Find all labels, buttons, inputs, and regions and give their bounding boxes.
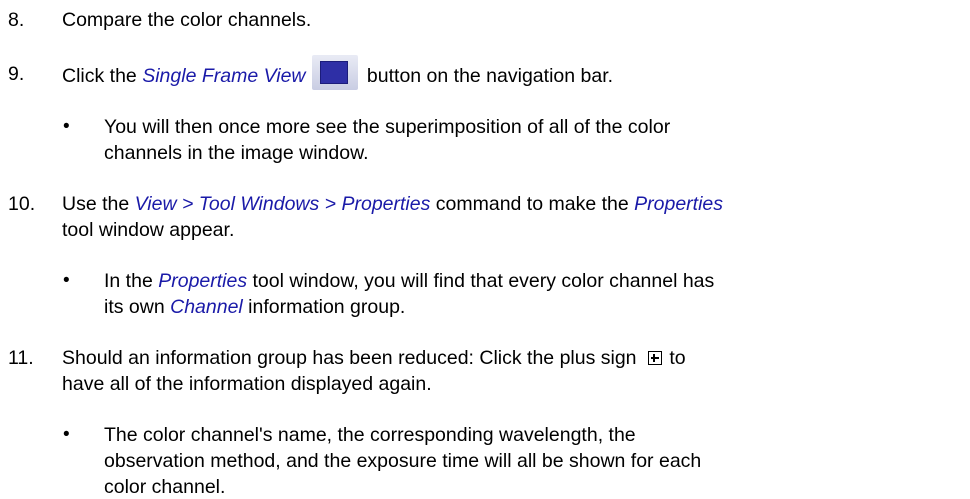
step-9-text: Click the Single Frame View button on th… bbox=[62, 55, 613, 90]
step-9-bullet-line-1: You will then once more see the superimp… bbox=[104, 116, 671, 138]
step-10-bullet-line-2: its own Channel information group. bbox=[104, 296, 406, 318]
step-11-line-1: Should an information group has been red… bbox=[62, 347, 686, 369]
step-8-number: 8. bbox=[8, 9, 25, 31]
step-11-bullet-line-1: The color channel's name, the correspond… bbox=[104, 424, 636, 446]
bullet-marker: • bbox=[63, 270, 70, 291]
step-10-line-1: Use the View > Tool Windows > Properties… bbox=[62, 193, 723, 215]
bullet-marker: • bbox=[63, 424, 70, 445]
step-9-bullet-line-2: channels in the image window. bbox=[104, 142, 369, 164]
step-8-text: Compare the color channels. bbox=[62, 9, 312, 31]
step-11-number: 11. bbox=[8, 347, 34, 369]
properties-link: Properties bbox=[634, 193, 723, 215]
step-10-bullet-line-1: In the Properties tool window, you will … bbox=[104, 270, 715, 292]
single-frame-view-link: Single Frame View bbox=[142, 65, 306, 87]
step-11-line-2: have all of the information displayed ag… bbox=[62, 373, 432, 395]
step-11-bullet-line-3: color channel. bbox=[104, 476, 226, 498]
step-10-number: 10. bbox=[8, 193, 36, 215]
menu-path: View > Tool Windows > Properties bbox=[134, 193, 431, 215]
step-10-line-2: tool window appear. bbox=[62, 219, 235, 241]
step-9-number: 9. bbox=[8, 63, 25, 85]
plus-sign-icon bbox=[647, 351, 662, 365]
step-11-bullet-line-2: observation method, and the exposure tim… bbox=[104, 450, 702, 472]
single-frame-view-icon bbox=[311, 55, 358, 90]
bullet-marker: • bbox=[63, 116, 70, 137]
